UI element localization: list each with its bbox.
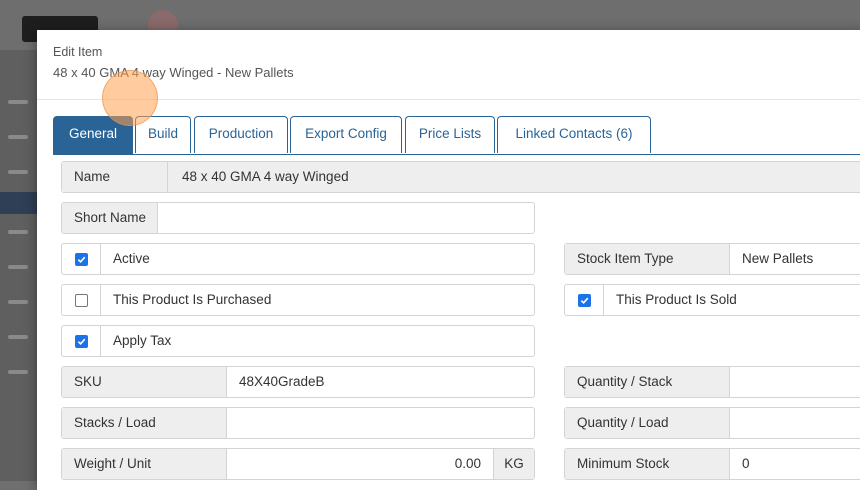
stock-item-type-label: Stock Item Type	[565, 244, 730, 274]
sold-label: This Product Is Sold	[616, 292, 737, 307]
quantity-load-input[interactable]	[730, 408, 860, 438]
purchased-checkbox-cell	[62, 285, 101, 315]
sold-checkbox-cell	[565, 285, 604, 315]
quantity-load-label: Quantity / Load	[565, 408, 730, 438]
modal-header: Edit Item 48 x 40 GMA 4 way Winged - New…	[37, 30, 860, 100]
minimum-stock-input[interactable]	[730, 449, 860, 479]
name-label: Name	[62, 162, 168, 192]
edit-item-modal: Edit Item 48 x 40 GMA 4 way Winged - New…	[37, 30, 860, 490]
purchased-checkbox[interactable]	[75, 294, 88, 307]
tab-build[interactable]: Build	[135, 116, 191, 153]
stacks-load-input[interactable]	[227, 408, 534, 438]
tab-price-lists[interactable]: Price Lists	[405, 116, 495, 153]
stock-item-type-field-group: Stock Item Type New Pallets	[564, 243, 860, 275]
weight-unit-suffix: KG	[493, 449, 534, 479]
purchased-field-group: This Product Is Purchased	[61, 284, 535, 316]
apply-tax-field-group: Apply Tax	[61, 325, 535, 357]
weight-unit-input[interactable]	[227, 449, 493, 479]
sold-checkbox[interactable]	[578, 294, 591, 307]
name-field-group: Name 48 x 40 GMA 4 way Winged	[61, 161, 860, 193]
checkmark-icon	[77, 338, 86, 346]
quantity-stack-field-group: Quantity / Stack	[564, 366, 860, 398]
active-field-group: Active	[61, 243, 535, 275]
background-sidebar-item	[8, 300, 28, 304]
background-sidebar	[0, 50, 37, 481]
apply-tax-checkbox-cell	[62, 326, 101, 356]
stock-item-type-select[interactable]: New Pallets	[730, 244, 860, 274]
background-sidebar-item	[8, 170, 28, 174]
weight-unit-label: Weight / Unit	[62, 449, 227, 479]
modal-label: Edit Item	[53, 45, 103, 59]
tab-production[interactable]: Production	[194, 116, 288, 153]
stacks-load-label: Stacks / Load	[62, 408, 227, 438]
minimum-stock-field-group: Minimum Stock	[564, 448, 860, 480]
sku-field-group: SKU	[61, 366, 535, 398]
quantity-stack-input[interactable]	[730, 367, 860, 397]
background-sidebar-item	[8, 135, 28, 139]
quantity-load-field-group: Quantity / Load	[564, 407, 860, 439]
name-input[interactable]: 48 x 40 GMA 4 way Winged	[168, 162, 860, 192]
checkmark-icon	[580, 297, 589, 305]
stacks-load-field-group: Stacks / Load	[61, 407, 535, 439]
sku-input[interactable]	[227, 367, 534, 397]
modal-subtitle: 48 x 40 GMA 4 way Winged - New Pallets	[53, 65, 294, 80]
sku-label: SKU	[62, 367, 227, 397]
short-name-label: Short Name	[62, 203, 158, 233]
tab-general[interactable]: General	[53, 116, 133, 154]
apply-tax-label: Apply Tax	[113, 333, 172, 348]
apply-tax-checkbox[interactable]	[75, 335, 88, 348]
sold-field-group: This Product Is Sold	[564, 284, 860, 316]
active-label: Active	[113, 251, 150, 266]
checkmark-icon	[77, 256, 86, 264]
minimum-stock-label: Minimum Stock	[565, 449, 730, 479]
active-checkbox[interactable]	[75, 253, 88, 266]
background-sidebar-item	[8, 230, 28, 234]
background-sidebar-item	[8, 370, 28, 374]
short-name-field-group: Short Name	[61, 202, 535, 234]
short-name-input[interactable]	[158, 203, 534, 233]
quantity-stack-label: Quantity / Stack	[565, 367, 730, 397]
tab-export-config[interactable]: Export Config	[290, 116, 402, 153]
tab-bar: General Build Production Export Config P…	[53, 116, 860, 155]
background-sidebar-item	[8, 335, 28, 339]
purchased-label: This Product Is Purchased	[113, 292, 272, 307]
background-sidebar-item	[8, 100, 28, 104]
weight-unit-field-group: Weight / Unit KG	[61, 448, 535, 480]
active-checkbox-cell	[62, 244, 101, 274]
background-sidebar-item	[8, 265, 28, 269]
tab-linked-contacts[interactable]: Linked Contacts (6)	[497, 116, 651, 153]
background-sidebar-active	[0, 192, 37, 214]
